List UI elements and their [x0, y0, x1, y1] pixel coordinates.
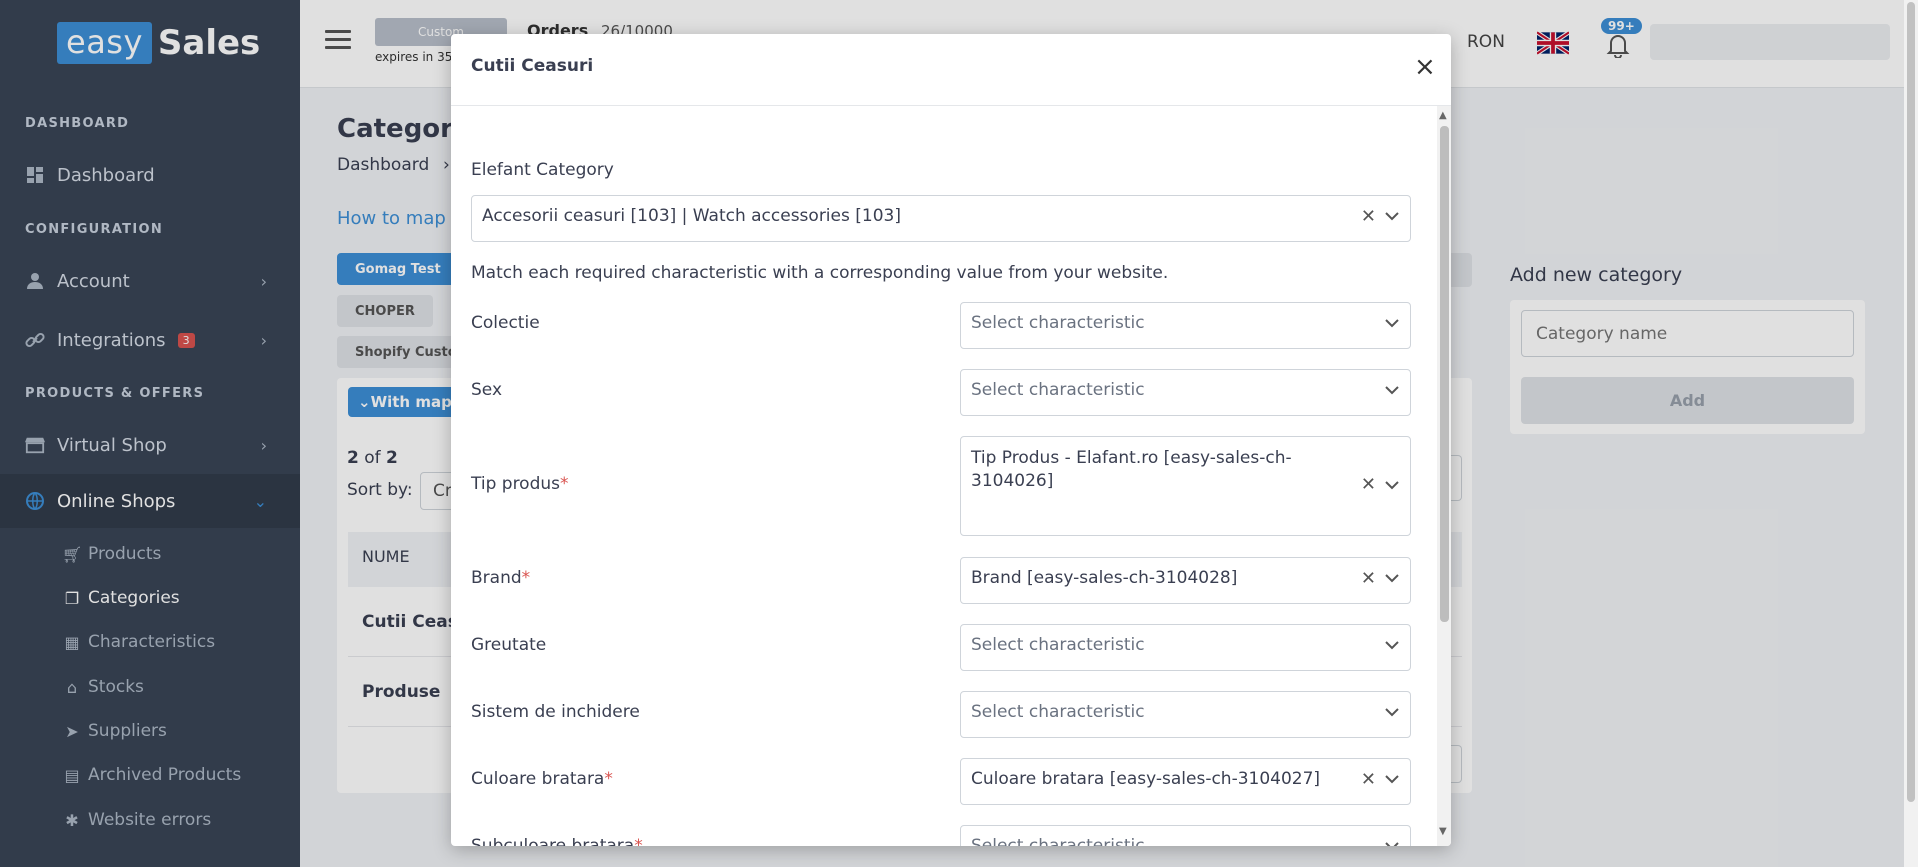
field-label: Colectie	[471, 313, 540, 333]
chevron-down-icon[interactable]	[1384, 771, 1400, 787]
select-value: Select characteristic	[971, 635, 1145, 655]
modal-body: Elefant Category Accesorii ceasuri [103]…	[451, 106, 1437, 846]
modal-header: Cutii Ceasuri ×	[451, 34, 1451, 106]
field-label-text: Sistem de inchidere	[471, 702, 640, 722]
field-label-text: Greutate	[471, 635, 547, 655]
category-mapping-modal: Cutii Ceasuri × Elefant Category Accesor…	[451, 34, 1451, 846]
characteristic-select-greutate[interactable]: Select characteristic	[960, 624, 1411, 671]
select-value: Accesorii ceasuri [103] | Watch accessor…	[482, 206, 901, 226]
field-label: Culoare bratara*	[471, 769, 613, 789]
field-label-text: Colectie	[471, 313, 540, 333]
select-value: Tip Produs - Elafant.ro [easy-sales-ch-3…	[971, 448, 1292, 491]
field-label: Brand*	[471, 568, 530, 588]
chevron-down-icon[interactable]	[1384, 315, 1400, 331]
select-value: Brand [easy-sales-ch-3104028]	[971, 568, 1238, 588]
field-label: Tip produs*	[471, 474, 569, 494]
chevron-down-icon[interactable]	[1384, 477, 1400, 493]
scroll-down-arrow-icon[interactable]: ▼	[1439, 826, 1447, 837]
select-value: Select characteristic	[971, 380, 1145, 400]
chevron-down-icon[interactable]	[1384, 704, 1400, 720]
required-marker: *	[634, 836, 643, 846]
page-scrollbar-thumb[interactable]	[1907, 2, 1915, 802]
field-label: Sex	[471, 380, 502, 400]
clear-icon[interactable]: ✕	[1361, 769, 1376, 790]
match-instructions: Match each required characteristic with …	[471, 263, 1169, 283]
field-label: Sistem de inchidere	[471, 702, 640, 722]
chevron-down-icon[interactable]	[1384, 838, 1400, 846]
modal-scrollbar[interactable]: ▲ ▼	[1437, 106, 1451, 846]
characteristic-select-subculoare-bratara[interactable]: Select characteristic	[960, 825, 1411, 846]
required-marker: *	[521, 568, 531, 588]
clear-icon[interactable]: ✕	[1361, 568, 1376, 589]
characteristic-select-culoare-bratara[interactable]: Culoare bratara [easy-sales-ch-3104027] …	[960, 758, 1411, 805]
field-label-text: Tip produs	[471, 474, 561, 494]
characteristic-select-brand[interactable]: Brand [easy-sales-ch-3104028] ✕	[960, 557, 1411, 604]
chevron-down-icon[interactable]	[1384, 208, 1400, 224]
field-label-text: Sex	[471, 380, 503, 400]
chevron-down-icon[interactable]	[1384, 637, 1400, 653]
page-scrollbar[interactable]	[1904, 0, 1918, 867]
clear-icon[interactable]: ✕	[1361, 206, 1376, 227]
modal-title: Cutii Ceasuri	[471, 56, 594, 76]
scroll-up-arrow-icon[interactable]: ▲	[1439, 110, 1447, 121]
characteristic-select-sistem-de-inchidere[interactable]: Select characteristic	[960, 691, 1411, 738]
close-icon[interactable]: ×	[1414, 54, 1436, 80]
required-marker: *	[560, 474, 569, 494]
characteristic-select-colectie[interactable]: Select characteristic	[960, 302, 1411, 349]
select-value: Select characteristic	[971, 313, 1145, 333]
select-value: Select characteristic	[971, 702, 1145, 722]
modal-scrollbar-thumb[interactable]	[1440, 126, 1449, 622]
clear-icon[interactable]: ✕	[1361, 473, 1376, 496]
elefant-category-label: Elefant Category	[471, 160, 614, 180]
field-label-text: Brand	[471, 568, 522, 588]
field-label-text: Culoare bratara	[471, 769, 605, 789]
select-value: Select characteristic	[971, 836, 1145, 846]
field-label: Greutate	[471, 635, 546, 655]
characteristic-select-tip-produs[interactable]: Tip Produs - Elafant.ro [easy-sales-ch-3…	[960, 436, 1411, 536]
characteristic-select-sex[interactable]: Select characteristic	[960, 369, 1411, 416]
chevron-down-icon[interactable]	[1384, 382, 1400, 398]
required-marker: *	[604, 769, 613, 789]
elefant-category-select[interactable]: Accesorii ceasuri [103] | Watch accessor…	[471, 195, 1411, 242]
chevron-down-icon[interactable]	[1384, 570, 1400, 586]
field-label: Subculoare bratara*	[471, 836, 643, 846]
field-label-text: Subculoare bratara	[471, 836, 635, 846]
select-value: Culoare bratara [easy-sales-ch-3104027]	[971, 769, 1321, 789]
